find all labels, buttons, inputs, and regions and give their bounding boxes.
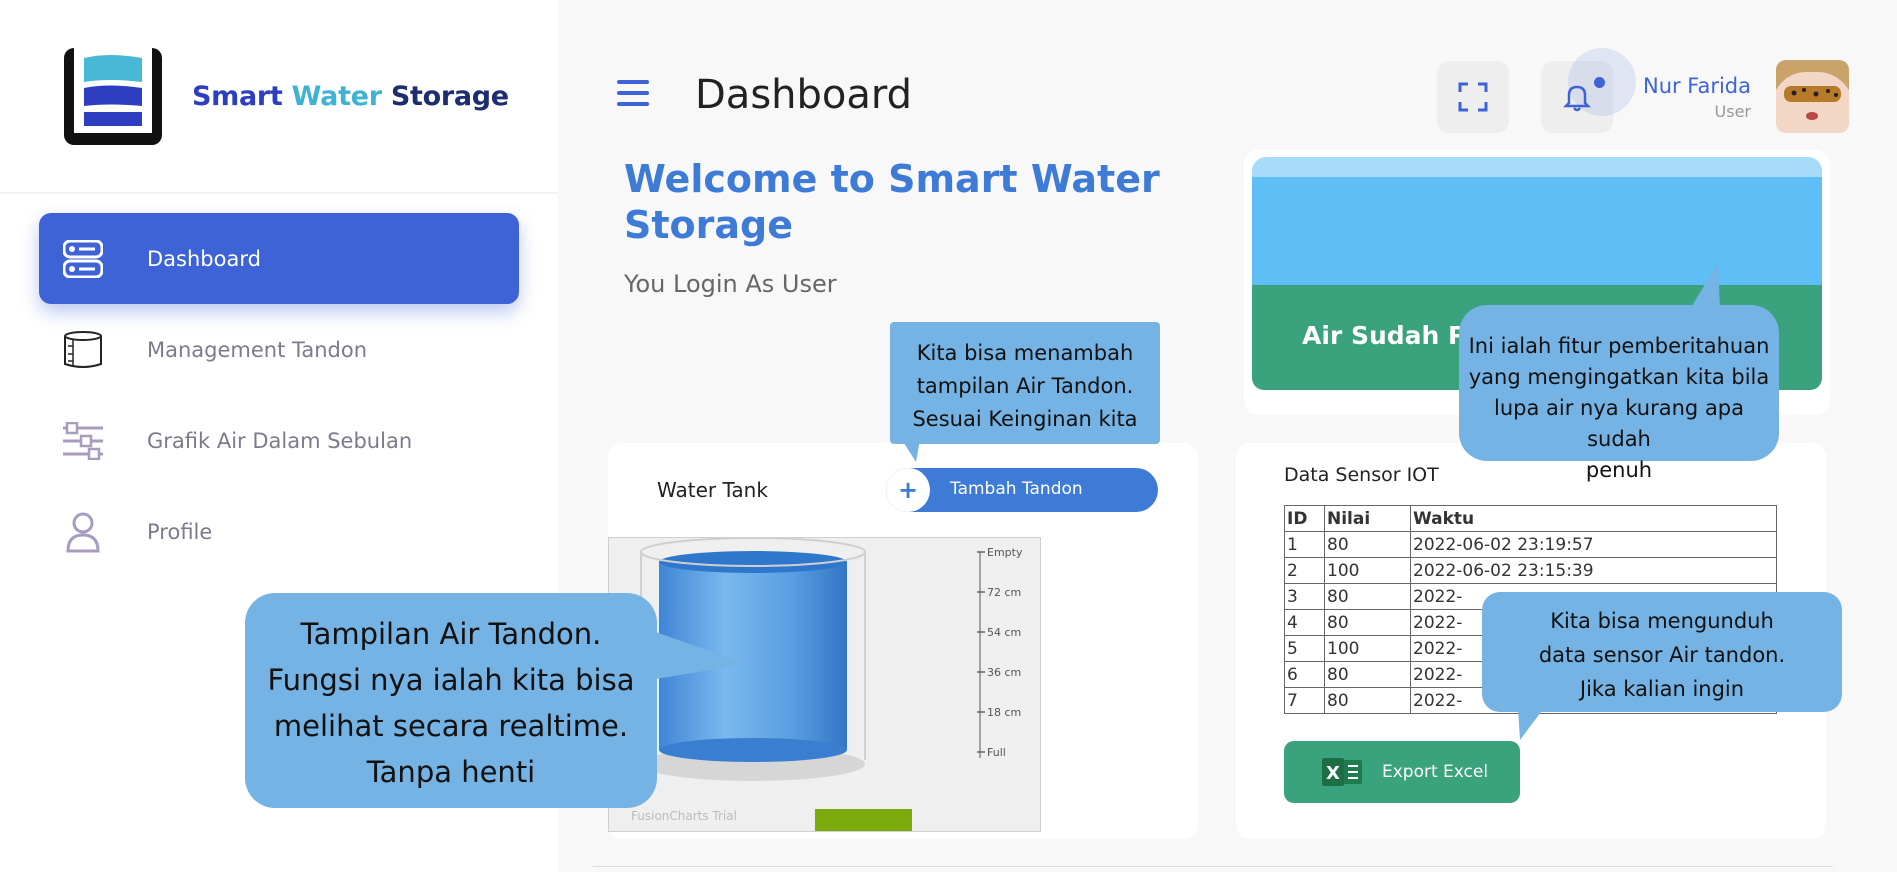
cylinder-icon	[61, 328, 105, 372]
water-surface	[659, 551, 847, 573]
plus-icon: +	[886, 468, 930, 512]
brand-name: Smart Water Storage	[192, 81, 509, 112]
callout-line: Kita bisa menambah	[916, 341, 1134, 365]
add-tank-button[interactable]: + Tambah Tandon	[886, 468, 1158, 512]
sidebar-nav: Dashboard Management Tandon Grafik Air D…	[39, 213, 519, 577]
water-status-text: Air Sudah Pe	[1302, 321, 1484, 350]
water-bottom	[659, 738, 847, 762]
brand-name-part1: Smart	[192, 81, 283, 112]
column-header: Nilai	[1324, 505, 1411, 532]
callout-line: lupa air nya kurang apa sudah	[1493, 396, 1745, 451]
excel-icon: X	[1322, 758, 1362, 786]
callout-line: yang mengingatkan kita bila	[1468, 365, 1770, 389]
table-header-row: ID Nilai Waktu	[1284, 505, 1777, 532]
callout-tail	[1690, 263, 1720, 309]
callout-line: Ini ialah fitur pemberitahuan	[1468, 334, 1770, 358]
table-cell: 100	[1324, 557, 1411, 584]
tick-label: Empty	[987, 546, 1023, 559]
water-logo-icon	[64, 48, 162, 145]
menu-toggle-button[interactable]	[617, 80, 649, 108]
chart-trial-label: FusionCharts Trial	[631, 809, 737, 823]
user-icon	[61, 510, 105, 554]
brand-name-part2: Water	[291, 81, 382, 112]
page-title: Dashboard	[695, 72, 913, 118]
table-cell: 80	[1324, 661, 1411, 688]
export-excel-button[interactable]: X Export Excel	[1284, 741, 1520, 803]
sliders-icon	[61, 419, 105, 463]
callout-add-tank: Kita bisa menambah tampilan Air Tandon. …	[890, 322, 1160, 444]
callout-line: data sensor Air tandon.	[1538, 643, 1786, 667]
table-cell: 2022-06-02 23:19:57	[1410, 531, 1777, 558]
tank-gauge: Empty 72 cm 54 cm 36 cm 18 cm Full	[640, 537, 1023, 781]
sensor-title: Data Sensor IOT	[1284, 464, 1439, 486]
water-tank-chart: Empty 72 cm 54 cm 36 cm 18 cm Full FusionChar…	[608, 537, 1041, 832]
user-role: User	[1714, 102, 1751, 121]
table-cell: 1	[1284, 531, 1325, 558]
callout-notification: Ini ialah fitur pemberitahuan yang mengi…	[1459, 305, 1779, 482]
callout-tank-display: Tampilan Air Tandon. Fungsi nya ialah ki…	[245, 593, 657, 808]
callout-tail	[902, 440, 920, 462]
column-header: Waktu	[1410, 505, 1777, 532]
table-cell: 2022-06-02 23:15:39	[1410, 557, 1777, 584]
sidebar-item-label: Management Tandon	[147, 337, 368, 362]
sidebar-item-management-tandon[interactable]: Management Tandon	[39, 304, 519, 395]
brand[interactable]: Smart Water Storage	[64, 48, 509, 145]
sidebar-item-dashboard[interactable]: Dashboard	[39, 213, 519, 304]
callout-line: melihat secara realtime.	[273, 709, 629, 743]
table-cell: 80	[1324, 609, 1411, 636]
table-cell: 5	[1284, 635, 1325, 662]
callout-line: penuh	[1585, 458, 1653, 482]
table-cell: 80	[1324, 531, 1411, 558]
fullscreen-button[interactable]	[1437, 61, 1509, 133]
divider	[0, 192, 558, 194]
add-tank-label: Tambah Tandon	[950, 479, 1083, 499]
table-cell: 3	[1284, 583, 1325, 610]
callout-line: Kita bisa mengunduh	[1550, 609, 1774, 633]
callout-line: Jika kalian ingin	[1579, 677, 1745, 701]
server-icon	[61, 237, 105, 281]
notification-dot	[1594, 77, 1605, 88]
callout-line: Fungsi nya ialah kita bisa	[267, 663, 635, 697]
export-excel-label: Export Excel	[1382, 762, 1489, 782]
callout-line: Tampilan Air Tandon.	[300, 617, 602, 651]
table-row: 1 80 2022-06-02 23:19:57	[1284, 531, 1777, 558]
brand-name-part3: Storage	[390, 81, 509, 112]
svg-text:X: X	[1326, 763, 1340, 784]
sidebar-item-grafik[interactable]: Grafik Air Dalam Sebulan	[39, 395, 519, 486]
table-cell: 4	[1284, 609, 1325, 636]
welcome-subtitle: You Login As User	[624, 270, 837, 298]
page-bottom-divider	[593, 866, 1833, 872]
callout-sensor-download: Kita bisa mengunduh data sensor Air tand…	[1482, 592, 1842, 712]
table-cell: 6	[1284, 661, 1325, 688]
sidebar-item-label: Grafik Air Dalam Sebulan	[147, 428, 413, 453]
callout-line: Sesuai Keinginan kita	[912, 407, 1138, 431]
table-cell: 100	[1324, 635, 1411, 662]
callout-tail	[1518, 708, 1544, 740]
tick-label: 18 cm	[987, 706, 1021, 719]
column-header: ID	[1284, 505, 1325, 532]
table-cell: 80	[1324, 687, 1411, 714]
sidebar-item-label: Dashboard	[147, 246, 261, 271]
water-level-visual	[1252, 157, 1822, 285]
welcome-title: Welcome to Smart Water Storage	[624, 157, 1160, 247]
tick-label: 36 cm	[987, 666, 1021, 679]
table-row: 2 100 2022-06-02 23:15:39	[1284, 557, 1777, 584]
tick-label: Full	[987, 746, 1006, 759]
fullscreen-icon	[1458, 82, 1488, 112]
avatar[interactable]	[1776, 60, 1849, 133]
callout-tail	[650, 630, 746, 680]
user-name[interactable]: Nur Farida	[1643, 74, 1751, 98]
chart-footer-bar	[815, 809, 912, 831]
table-cell: 7	[1284, 687, 1325, 714]
callout-line: tampilan Air Tandon.	[916, 374, 1134, 398]
sidebar-item-label: Profile	[147, 519, 213, 544]
table-cell: 2	[1284, 557, 1325, 584]
water-tank-title: Water Tank	[657, 478, 768, 502]
tick-label: 54 cm	[987, 626, 1021, 639]
tick-label: 72 cm	[987, 586, 1021, 599]
sidebar-item-profile[interactable]: Profile	[39, 486, 519, 577]
callout-line: Tanpa henti	[366, 755, 536, 789]
table-cell: 80	[1324, 583, 1411, 610]
